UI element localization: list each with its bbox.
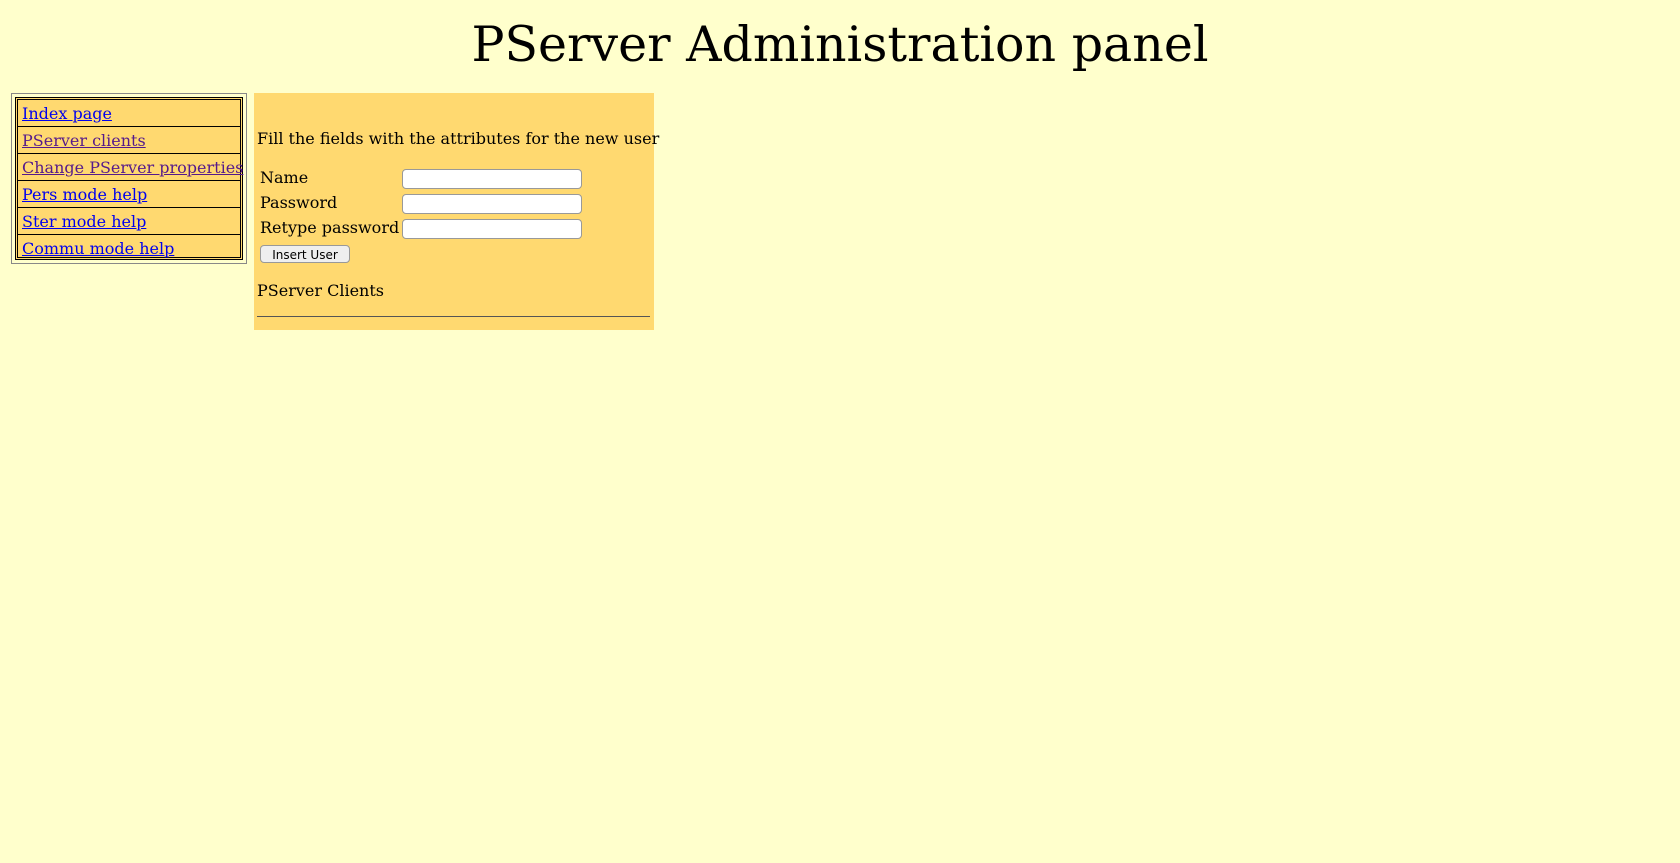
nav-link-commu-mode-help[interactable]: Commu mode help: [22, 239, 174, 258]
nav-menu-table: Index page PServer clients Change PServe…: [15, 97, 243, 260]
nav-menu: Index page PServer clients Change PServe…: [11, 93, 247, 264]
nav-link-change-pserver-properties[interactable]: Change PServer properties: [22, 158, 243, 177]
password-label: Password: [260, 193, 338, 212]
retype-password-label: Retype password: [260, 218, 400, 237]
page-title: PServer Administration panel: [471, 16, 1209, 73]
nav-link-pserver-clients[interactable]: PServer clients: [22, 131, 146, 150]
nav-link-pers-mode-help[interactable]: Pers mode help: [22, 185, 147, 204]
nav-item-index-page: Index page: [18, 100, 240, 127]
password-row: Password: [260, 193, 398, 212]
retype-password-row: Retype password: [260, 218, 400, 237]
insert-user-button[interactable]: Insert User: [260, 245, 350, 263]
retype-password-input[interactable]: [402, 219, 582, 239]
main-panel: Fill the fields with the attributes for …: [254, 93, 659, 330]
nav-item-pers-mode-help: Pers mode help: [18, 181, 240, 208]
nav-item-commu-mode-help: Commu mode help: [18, 235, 240, 262]
form-intro-text: Fill the fields with the attributes for …: [257, 129, 660, 148]
nav-link-ster-mode-help[interactable]: Ster mode help: [22, 212, 146, 231]
nav-item-change-pserver-properties: Change PServer properties: [18, 154, 243, 181]
password-input[interactable]: [402, 194, 582, 214]
name-input[interactable]: [402, 169, 582, 189]
clients-heading: PServer Clients: [257, 281, 384, 300]
nav-item-pserver-clients: PServer clients: [18, 127, 240, 154]
horizontal-rule: [257, 316, 650, 317]
nav-link-index-page[interactable]: Index page: [22, 104, 112, 123]
name-label: Name: [260, 168, 309, 187]
name-row: Name: [260, 168, 398, 187]
nav-item-ster-mode-help: Ster mode help: [18, 208, 240, 235]
